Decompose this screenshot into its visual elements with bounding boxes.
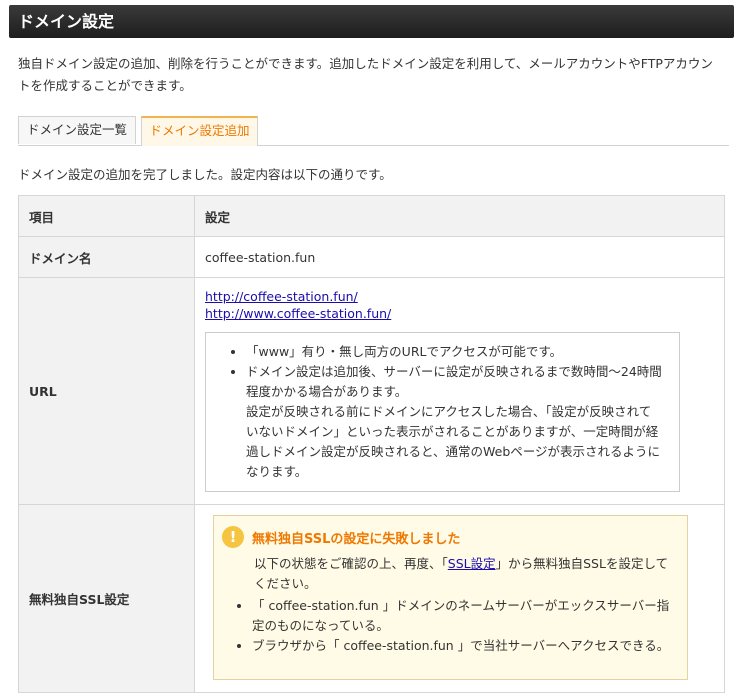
- ssl-label: 無料独自SSL設定: [18, 504, 195, 693]
- table-row-url: URL http://coffee-station.fun/ http://ww…: [18, 277, 725, 505]
- tab-domain-add[interactable]: ドメイン設定追加: [141, 116, 258, 146]
- complete-message: ドメイン設定の追加を完了しました。設定内容は以下の通りです。: [18, 167, 392, 182]
- table-row-domain: ドメイン名 coffee-station.fun: [18, 236, 725, 278]
- ssl-settings-link[interactable]: SSL設定: [448, 556, 496, 571]
- url-cell: http://coffee-station.fun/ http://www.co…: [194, 277, 725, 505]
- tab-bar: ドメイン設定一覧 ドメイン設定追加: [18, 116, 729, 146]
- domain-label: ドメイン名: [18, 236, 195, 278]
- intro-text: 独自ドメイン設定の追加、削除を行うことができます。追加したドメイン設定を利用して…: [18, 56, 713, 93]
- url-label: URL: [18, 277, 195, 505]
- ssl-check-item: ブラウザから「 coffee-station.fun 」で当社サーバーへアクセス…: [252, 636, 675, 656]
- ssl-text-before: 以下の状態をご確認の上、再度、「: [254, 556, 448, 571]
- domain-value: coffee-station.fun: [194, 236, 725, 278]
- ssl-cell: ! 無料独自SSLの設定に失敗しました 以下の状態をご確認の上、再度、「SSL設…: [194, 504, 725, 693]
- ssl-error-heading: ! 無料独自SSLの設定に失敗しました: [222, 526, 675, 548]
- url-note-extra: 設定が反映される前にドメインにアクセスした場合、「設定が反映されていないドメイン…: [246, 404, 661, 479]
- warning-icon: !: [222, 526, 244, 548]
- column-header-item: 項目: [18, 195, 195, 237]
- url-link-www[interactable]: http://www.coffee-station.fun/: [205, 305, 680, 322]
- table-header-row: 項目 設定: [18, 195, 725, 237]
- ssl-checklist: 「 coffee-station.fun 」ドメインのネームサーバーがエックスサ…: [222, 596, 675, 656]
- ssl-error-body: 以下の状態をご確認の上、再度、「SSL設定」から無料独自SSLを設定してください…: [222, 554, 675, 594]
- ssl-instruction: 以下の状態をご確認の上、再度、「SSL設定」から無料独自SSLを設定してください…: [254, 554, 675, 594]
- result-table: 項目 設定 ドメイン名 coffee-station.fun URL http:…: [18, 195, 725, 693]
- url-note-box: 「www」有り・無し両方のURLでアクセスが可能です。 ドメイン設定は追加後、サ…: [205, 332, 680, 492]
- page-title: ドメイン設定: [18, 12, 115, 31]
- ssl-error-title: 無料独自SSLの設定に失敗しました: [252, 531, 461, 547]
- url-note-text: ドメイン設定は追加後、サーバーに設定が反映されるまで数時間～24時間程度かかる場…: [246, 364, 662, 399]
- url-link-root[interactable]: http://coffee-station.fun/: [205, 288, 680, 305]
- ssl-check-item: 「 coffee-station.fun 」ドメインのネームサーバーがエックスサ…: [252, 596, 675, 636]
- url-note-item: 「www」有り・無し両方のURLでアクセスが可能です。: [246, 342, 663, 362]
- table-row-ssl: 無料独自SSL設定 ! 無料独自SSLの設定に失敗しました 以下の状態をご確認の…: [18, 504, 725, 693]
- ssl-warning-box: ! 無料独自SSLの設定に失敗しました 以下の状態をご確認の上、再度、「SSL設…: [213, 515, 688, 680]
- page-header: ドメイン設定: [9, 5, 734, 38]
- tab-domain-list[interactable]: ドメイン設定一覧: [18, 116, 136, 144]
- column-header-setting: 設定: [194, 195, 725, 237]
- url-note-item: ドメイン設定は追加後、サーバーに設定が反映されるまで数時間～24時間程度かかる場…: [246, 362, 663, 482]
